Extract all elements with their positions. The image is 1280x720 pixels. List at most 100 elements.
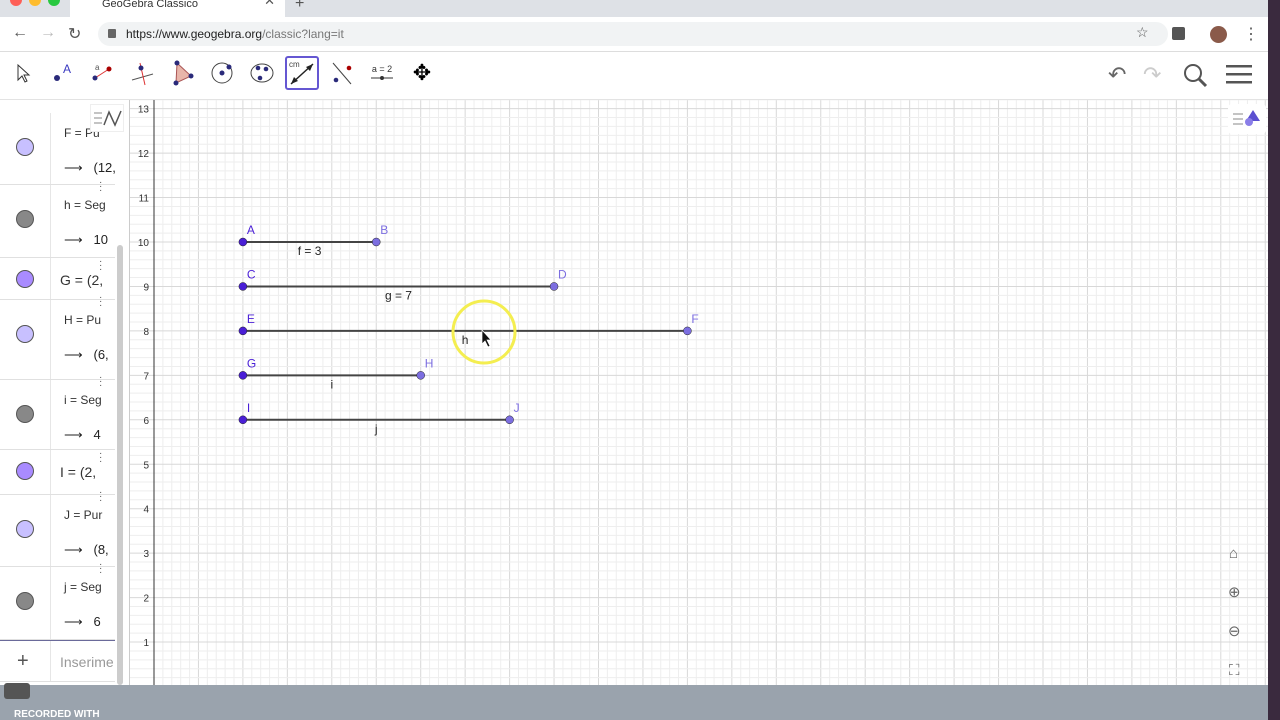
visibility-toggle[interactable]: [16, 270, 34, 288]
keyboard-icon[interactable]: [4, 683, 30, 699]
visibility-toggle[interactable]: [16, 325, 34, 343]
algebra-input-row[interactable]: + Inserime: [0, 640, 115, 682]
algebra-input[interactable]: Inserime: [60, 654, 114, 670]
distance-tool[interactable]: cm: [285, 56, 319, 90]
divider: [50, 300, 51, 379]
zoom-out-icon[interactable]: ⊖: [1228, 622, 1241, 640]
segment-label: h: [462, 333, 469, 347]
new-tab-button[interactable]: +: [295, 0, 304, 13]
y-tick-label: 9: [143, 282, 149, 293]
algebra-definition[interactable]: J = Pur: [64, 508, 102, 522]
divider: [50, 567, 51, 639]
segment-tool[interactable]: a: [85, 56, 119, 90]
algebra-scrollbar[interactable]: [117, 245, 123, 685]
divider: [50, 258, 51, 299]
move-tool[interactable]: [5, 56, 39, 90]
y-tick-label: 6: [143, 416, 149, 427]
more-options-icon[interactable]: ···: [99, 257, 102, 275]
more-options-icon[interactable]: ···: [99, 178, 102, 196]
bookmark-star-icon[interactable]: ☆: [1136, 24, 1149, 41]
arrow-icon: ⟶: [64, 542, 83, 557]
maximize-window-button[interactable]: [48, 0, 60, 6]
algebra-row[interactable]: · · · j = Seg ⟶ 6: [0, 560, 115, 640]
fullscreen-icon[interactable]: ⛶: [1229, 662, 1240, 679]
segment-icon: a: [92, 63, 112, 81]
slider-tool[interactable]: a = 2: [365, 56, 399, 90]
more-options-icon[interactable]: ···: [99, 560, 102, 578]
algebra-row[interactable]: · · · I = (2,: [0, 449, 115, 495]
redo-icon[interactable]: ↷: [1143, 62, 1161, 88]
point-F: [683, 326, 692, 336]
reflect-tool[interactable]: [325, 56, 359, 90]
browser-tab[interactable]: GeoGebra Classico ✕: [70, 0, 285, 17]
point-C: [238, 282, 248, 291]
point-A: [238, 237, 248, 247]
point-E: [238, 326, 248, 336]
algebra-row[interactable]: · · · J = Pur ⟶ (8,: [0, 488, 115, 567]
recorded-with-watermark: RECORDED WITH: [14, 709, 100, 720]
y-tick-label: 7: [143, 371, 149, 382]
undo-icon[interactable]: ↶: [1108, 62, 1126, 88]
visibility-toggle[interactable]: [16, 520, 34, 538]
minimize-window-button[interactable]: [29, 0, 41, 6]
algebra-definition[interactable]: h = Seg: [64, 198, 106, 212]
value-text: 6: [93, 614, 101, 629]
visibility-toggle[interactable]: [16, 592, 34, 610]
point-tool[interactable]: A: [45, 56, 79, 90]
algebra-definition[interactable]: I = (2,: [60, 464, 96, 480]
algebra-definition[interactable]: i = Seg: [64, 393, 102, 407]
distance-unit-label: cm: [289, 60, 300, 69]
point-label: C: [247, 267, 256, 281]
more-options-icon[interactable]: ···: [99, 488, 102, 506]
algebra-row[interactable]: · · · G = (2,: [0, 257, 115, 300]
search-icon[interactable]: [1182, 62, 1208, 94]
reload-icon[interactable]: ↻: [68, 24, 81, 44]
home-icon[interactable]: ⌂: [1229, 545, 1238, 562]
close-window-button[interactable]: [10, 0, 22, 6]
hamburger-menu-icon[interactable]: [1226, 64, 1252, 92]
more-options-icon[interactable]: ···: [99, 449, 102, 467]
forward-icon[interactable]: →: [40, 24, 56, 42]
move-graphics-tool[interactable]: ✥: [405, 56, 439, 90]
algebra-definition[interactable]: j = Seg: [64, 580, 102, 594]
extension-icon[interactable]: [1172, 27, 1185, 40]
more-options-icon[interactable]: ···: [99, 293, 102, 311]
algebra-row[interactable]: · · · h = Seg ⟶ 10: [0, 178, 115, 258]
circle-tool[interactable]: [205, 56, 239, 90]
polygon-tool[interactable]: [165, 56, 199, 90]
close-tab-icon[interactable]: ✕: [264, 0, 275, 7]
perpendicular-line-tool[interactable]: [125, 56, 159, 90]
segment-label: j: [374, 422, 378, 436]
algebra-style-bar-toggle[interactable]: [90, 104, 124, 132]
browser-menu-icon[interactable]: ⋮: [1243, 24, 1259, 44]
browser-tab-bar: GeoGebra Classico ✕ +: [0, 0, 1280, 17]
point-G: [238, 371, 248, 380]
divider: [50, 113, 51, 184]
point-H: [416, 371, 425, 380]
divider: [50, 495, 51, 566]
visibility-toggle[interactable]: [16, 462, 34, 480]
visibility-toggle[interactable]: [16, 210, 34, 228]
visibility-toggle[interactable]: [16, 405, 34, 423]
graphics-style-bar-toggle[interactable]: [1228, 104, 1266, 134]
y-tick-label: 12: [138, 149, 150, 160]
visibility-toggle[interactable]: [16, 138, 34, 156]
conic-tool[interactable]: [245, 56, 279, 90]
algebra-definition[interactable]: H = Pu: [64, 313, 101, 327]
macos-dock: RECORDED WITH: [0, 683, 1268, 720]
profile-avatar[interactable]: [1210, 26, 1227, 43]
zoom-in-icon[interactable]: ⊕: [1228, 583, 1241, 601]
address-bar[interactable]: https://www.geogebra.org/classic?lang=it: [98, 22, 1168, 46]
arrow-icon: ⟶: [64, 347, 83, 362]
url-host: https://www.geogebra.org: [126, 27, 263, 41]
algebra-row[interactable]: · · · i = Seg ⟶ 4: [0, 373, 115, 450]
arrow-icon: ⟶: [64, 232, 83, 247]
more-options-icon[interactable]: ···: [99, 373, 102, 391]
desktop-edge: [1268, 0, 1280, 720]
algebra-definition[interactable]: G = (2,: [60, 272, 103, 288]
y-tick-label: 1: [143, 638, 149, 649]
algebra-row[interactable]: · · · H = Pu ⟶ (6,: [0, 293, 115, 380]
back-icon[interactable]: ←: [12, 24, 28, 42]
graphics-view[interactable]: 1234567891011121314151617181920212223241…: [130, 100, 1268, 685]
add-icon[interactable]: +: [17, 650, 29, 673]
